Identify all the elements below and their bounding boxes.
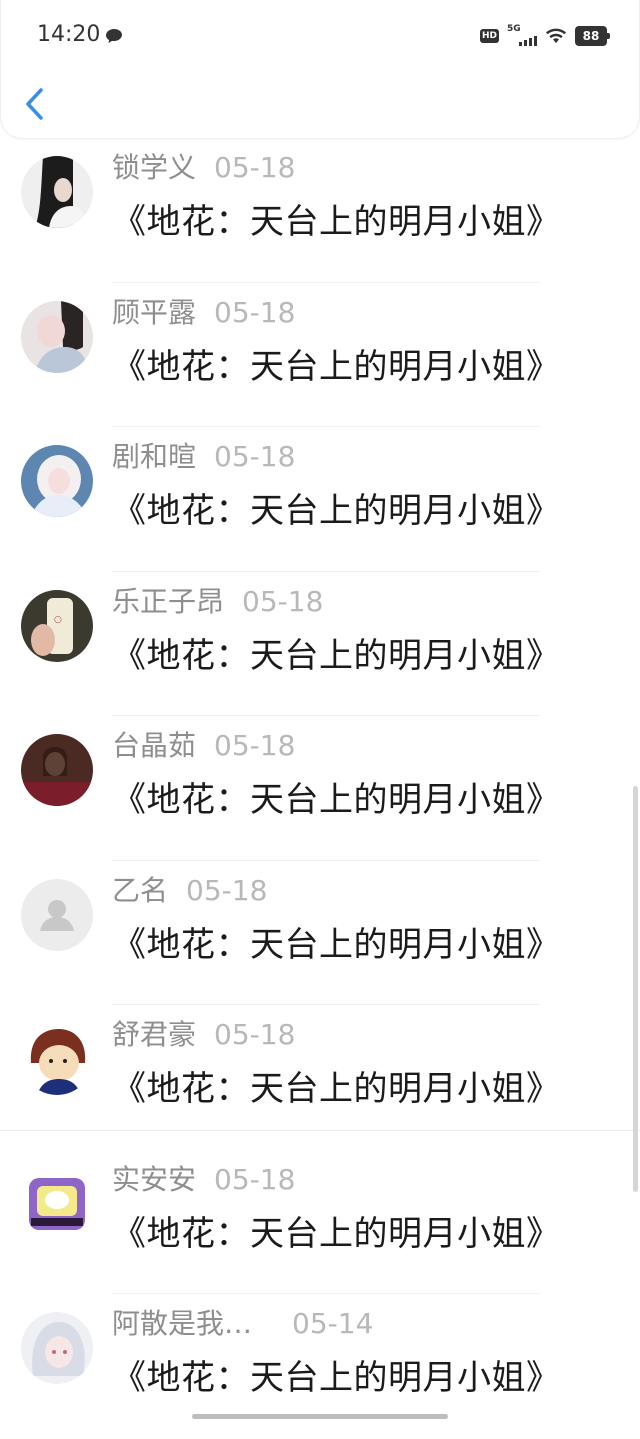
message-text: 《地花：天台上的明月小姐》 (112, 1213, 561, 1254)
list-item[interactable]: 乙名 05-18 《地花：天台上的明月小姐》 (0, 861, 640, 1005)
message-text: 《地花：天台上的明月小姐》 (112, 1358, 561, 1398)
avatar[interactable]: ○ (21, 589, 93, 662)
sender-name: 阿散是我… (112, 1307, 253, 1340)
sender-name: 锁学义 (112, 151, 197, 184)
sender-name: 顾平露 (112, 295, 197, 329)
avatar[interactable] (21, 445, 93, 517)
divider (0, 1130, 640, 1131)
scrollbar[interactable] (633, 786, 638, 1192)
avatar[interactable] (21, 1312, 93, 1384)
message-date: 05-18 (214, 1162, 296, 1196)
message-date: 05-18 (214, 295, 296, 329)
sender-name: 剧和暄 (112, 440, 197, 473)
message-date: 05-18 (214, 1018, 296, 1051)
sender-name: 实安安 (112, 1162, 197, 1196)
chat-bubble-icon (106, 29, 122, 43)
message-text: 《地花：天台上的明月小姐》 (112, 635, 561, 676)
avatar[interactable] (21, 1167, 93, 1240)
list-item[interactable]: 锁学义 05-18 《地花：天台上的明月小姐》 (0, 138, 640, 283)
sender-name: 舒君豪 (112, 1018, 197, 1051)
message-date: 05-18 (214, 729, 296, 762)
message-date: 05-18 (242, 584, 324, 618)
back-chevron-icon[interactable] (21, 86, 51, 122)
message-text: 《地花：天台上的明月小姐》 (112, 491, 561, 531)
message-date: 05-14 (292, 1307, 374, 1340)
message-text: 《地花：天台上的明月小姐》 (112, 346, 561, 387)
sender-name: 台晶茹 (112, 729, 197, 762)
battery-icon: 88 (575, 26, 610, 46)
wifi-icon (546, 28, 566, 43)
list-item[interactable]: 剧和暄 05-18 《地花：天台上的明月小姐》 (0, 427, 640, 572)
message-text: 《地花：天台上的明月小姐》 (112, 1069, 561, 1109)
avatar[interactable] (21, 1023, 93, 1095)
status-time: 14:20 (37, 22, 101, 47)
message-text: 《地花：天台上的明月小姐》 (112, 924, 561, 965)
message-date: 05-18 (214, 440, 296, 473)
sender-name: 乙名 (112, 873, 169, 907)
message-text: 《地花：天台上的明月小姐》 (112, 202, 561, 242)
network-type-label: 5G (507, 24, 521, 34)
svg-text:○: ○ (54, 615, 62, 625)
message-date: 05-18 (214, 151, 296, 184)
status-icons: HD 5G 88 (479, 24, 610, 46)
list-item[interactable]: ○ 乐正子昂 05-18 《地花：天台上的明月小姐》 (0, 572, 640, 716)
home-indicator[interactable] (192, 1414, 448, 1419)
list-item[interactable]: 台晶茹 05-18 《地花：天台上的明月小姐》 (0, 716, 640, 861)
list-item[interactable]: 实安安 05-18 《地花：天台上的明月小姐》 (0, 1150, 640, 1294)
top-bar: 14:20 HD 5G 88 (0, 0, 640, 139)
avatar[interactable] (21, 878, 93, 951)
message-date: 05-18 (186, 873, 268, 907)
sender-name: 乐正子昂 (112, 584, 225, 618)
list-item[interactable]: 舒君豪 05-18 《地花：天台上的明月小姐》 (0, 1005, 640, 1150)
avatar[interactable] (21, 734, 93, 806)
message-text: 《地花：天台上的明月小姐》 (112, 780, 561, 820)
avatar[interactable] (21, 156, 93, 228)
5g-signal-icon: 5G (507, 24, 537, 46)
hd-icon: HD (479, 29, 499, 43)
avatar[interactable] (21, 300, 93, 373)
list-item[interactable]: 顾平露 05-18 《地花：天台上的明月小姐》 (0, 283, 640, 427)
message-list: 锁学义 05-18 《地花：天台上的明月小姐》 顾平露 05-18 《地花：天台上的… (0, 138, 640, 1439)
